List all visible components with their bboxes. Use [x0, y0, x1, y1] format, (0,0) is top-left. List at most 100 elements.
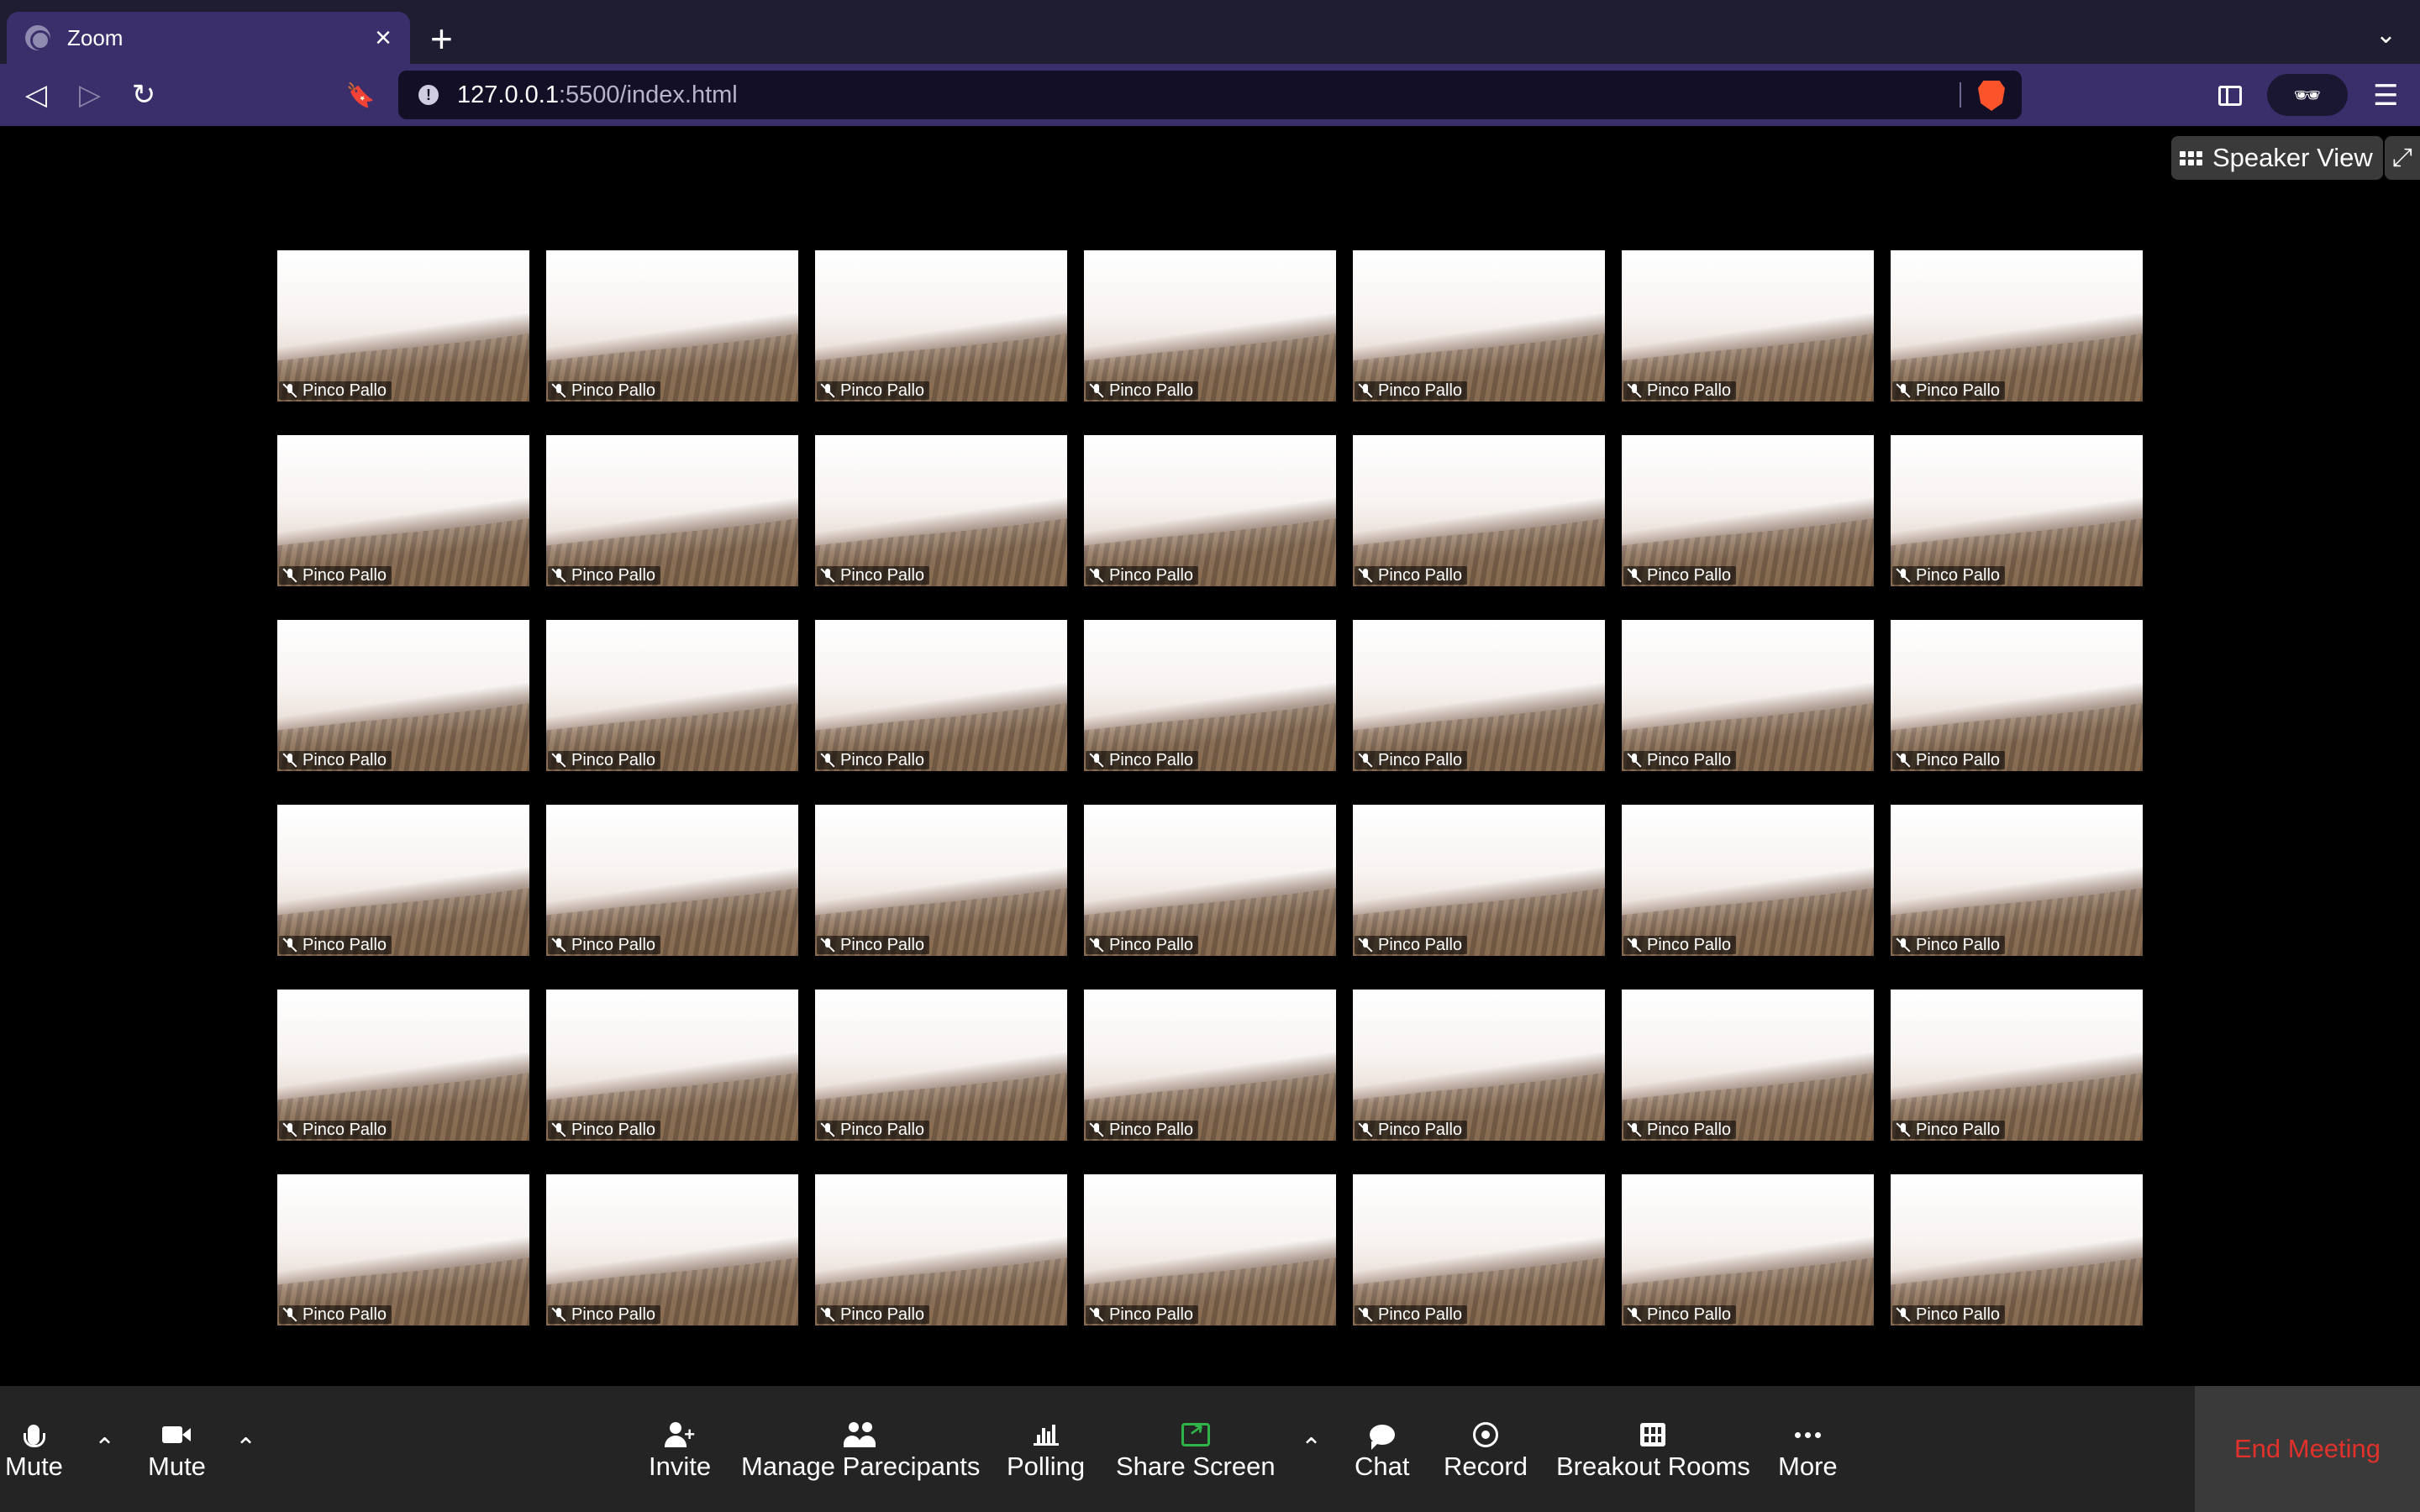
participant-video-tile[interactable]: Pinco Pallo [1622, 435, 1874, 586]
back-button[interactable]: ◁ [17, 76, 55, 114]
participant-video-tile[interactable]: Pinco Pallo [815, 435, 1067, 586]
new-tab-button[interactable]: + [430, 15, 453, 62]
participant-video-tile[interactable]: Pinco Pallo [1891, 620, 2143, 771]
private-glasses-icon[interactable]: 🕶 [2267, 74, 2348, 116]
invite-button[interactable]: + Invite [649, 1420, 711, 1487]
more-button[interactable]: More [1778, 1420, 1838, 1487]
participant-name: Pinco Pallo [1647, 1305, 1732, 1324]
participant-video-tile[interactable]: Pinco Pallo [1353, 435, 1605, 586]
participant-video-tile[interactable]: Pinco Pallo [1084, 435, 1336, 586]
participant-video-tile[interactable]: Pinco Pallo [277, 1174, 529, 1326]
participant-name: Pinco Pallo [571, 566, 656, 585]
participant-video-tile[interactable]: Pinco Pallo [1622, 620, 1874, 771]
participant-video-tile[interactable]: Pinco Pallo [1622, 805, 1874, 956]
participant-video-tile[interactable]: Pinco Pallo [1891, 990, 2143, 1141]
mic-muted-icon [282, 753, 297, 768]
video-mute-button[interactable]: Mute [148, 1420, 206, 1487]
participant-video-tile[interactable]: Pinco Pallo [1891, 435, 2143, 586]
participant-video-tile[interactable]: Pinco Pallo [1084, 250, 1336, 402]
polling-button[interactable]: Polling [1007, 1420, 1085, 1487]
participant-video-tile[interactable]: Pinco Pallo [1353, 620, 1605, 771]
forward-button[interactable]: ▷ [71, 76, 109, 114]
participant-video-tile[interactable]: Pinco Pallo [546, 435, 798, 586]
participant-name: Pinco Pallo [840, 751, 925, 769]
participant-video-tile[interactable]: Pinco Pallo [277, 990, 529, 1141]
participant-video-tile[interactable]: Pinco Pallo [1084, 620, 1336, 771]
audio-options-chevron-icon[interactable]: ⌃ [94, 1433, 115, 1462]
participant-video-tile[interactable]: Pinco Pallo [1622, 1174, 1874, 1326]
speaker-view-button[interactable]: Speaker View [2171, 136, 2383, 180]
brave-shield-icon[interactable] [1978, 81, 2005, 111]
participant-name-tag: Pinco Pallo [1892, 751, 2006, 769]
participant-name-tag: Pinco Pallo [1086, 381, 1199, 400]
participant-video-tile[interactable]: Pinco Pallo [815, 620, 1067, 771]
participant-video-tile[interactable]: Pinco Pallo [277, 250, 529, 402]
participant-name-tag: Pinco Pallo [1623, 1121, 1737, 1139]
participant-video-tile[interactable]: Pinco Pallo [1353, 1174, 1605, 1326]
participant-video-tile[interactable]: Pinco Pallo [546, 250, 798, 402]
video-mute-label: Mute [148, 1452, 206, 1481]
participant-name-tag: Pinco Pallo [1892, 936, 2006, 954]
mic-muted-icon [820, 1307, 835, 1322]
browser-tab[interactable]: Zoom × [7, 12, 410, 64]
participant-name: Pinco Pallo [1916, 1305, 2001, 1324]
bookmark-icon[interactable]: 🔖 [341, 76, 380, 114]
share-options-chevron-icon[interactable]: ⌃ [1301, 1433, 1322, 1462]
participant-video-tile[interactable]: Pinco Pallo [1353, 805, 1605, 956]
participant-video-tile[interactable]: Pinco Pallo [1084, 990, 1336, 1141]
tab-close-icon[interactable]: × [375, 24, 392, 52]
participant-video-tile[interactable]: Pinco Pallo [1084, 805, 1336, 956]
participant-video-tile[interactable]: Pinco Pallo [277, 435, 529, 586]
participant-video-tile[interactable]: Pinco Pallo [1353, 250, 1605, 402]
mic-muted-icon [1627, 753, 1642, 768]
address-bar[interactable]: ! 127.0.0.1:5500/index.html [398, 71, 2022, 119]
browser-menu-icon[interactable]: ☰ [2373, 79, 2398, 113]
participants-icon [844, 1422, 877, 1447]
chat-button[interactable]: Chat [1355, 1420, 1409, 1487]
audio-mute-button[interactable]: Mute [5, 1420, 63, 1487]
participant-video-tile[interactable]: Pinco Pallo [546, 1174, 798, 1326]
manage-participants-button[interactable]: Manage Parecipants [741, 1420, 980, 1487]
participant-name-tag: Pinco Pallo [1623, 936, 1737, 954]
record-button[interactable]: Record [1444, 1420, 1528, 1487]
participant-video-tile[interactable]: Pinco Pallo [815, 805, 1067, 956]
participant-name: Pinco Pallo [1916, 566, 2001, 585]
participant-name: Pinco Pallo [1647, 566, 1732, 585]
participant-video-tile[interactable]: Pinco Pallo [277, 620, 529, 771]
participant-video-tile[interactable]: Pinco Pallo [546, 805, 798, 956]
participant-video-tile[interactable]: Pinco Pallo [1891, 250, 2143, 402]
share-screen-button[interactable]: Share Screen [1116, 1420, 1276, 1487]
video-options-chevron-icon[interactable]: ⌃ [235, 1433, 256, 1462]
tab-list-chevron-icon[interactable]: ⌄ [2375, 20, 2396, 50]
participant-video-tile[interactable]: Pinco Pallo [815, 250, 1067, 402]
meeting-area: Speaker View ⤢ Pinco Pallo Pinco Pallo Pin… [0, 126, 2420, 1386]
more-label: More [1778, 1452, 1838, 1481]
participant-video-tile[interactable]: Pinco Pallo [1353, 990, 1605, 1141]
participant-name-tag: Pinco Pallo [548, 381, 661, 400]
participant-name-tag: Pinco Pallo [279, 381, 392, 400]
participant-video-tile[interactable]: Pinco Pallo [1084, 1174, 1336, 1326]
participant-video-tile[interactable]: Pinco Pallo [1891, 805, 2143, 956]
mic-muted-icon [1896, 937, 1911, 953]
fullscreen-button[interactable]: ⤢ [2385, 136, 2420, 180]
sidebar-toggle-icon[interactable] [2218, 86, 2242, 106]
participant-name: Pinco Pallo [840, 1121, 925, 1139]
mic-muted-icon [1627, 383, 1642, 398]
participant-name: Pinco Pallo [1378, 936, 1463, 954]
participant-video-tile[interactable]: Pinco Pallo [1891, 1174, 2143, 1326]
participant-video-tile[interactable]: Pinco Pallo [1622, 990, 1874, 1141]
reload-button[interactable]: ↻ [124, 76, 163, 114]
site-info-icon[interactable]: ! [418, 85, 439, 105]
participant-video-tile[interactable]: Pinco Pallo [546, 990, 798, 1141]
participant-video-tile[interactable]: Pinco Pallo [815, 1174, 1067, 1326]
participant-video-tile[interactable]: Pinco Pallo [277, 805, 529, 956]
participant-name-tag: Pinco Pallo [817, 751, 930, 769]
breakout-rooms-button[interactable]: Breakout Rooms [1556, 1420, 1750, 1487]
participant-name: Pinco Pallo [1647, 751, 1732, 769]
participant-video-tile[interactable]: Pinco Pallo [1622, 250, 1874, 402]
participant-video-tile[interactable]: Pinco Pallo [546, 620, 798, 771]
participant-video-tile[interactable]: Pinco Pallo [815, 990, 1067, 1141]
end-meeting-button[interactable]: End Meeting [2195, 1386, 2420, 1512]
participant-name: Pinco Pallo [1109, 751, 1194, 769]
participant-name: Pinco Pallo [840, 381, 925, 400]
